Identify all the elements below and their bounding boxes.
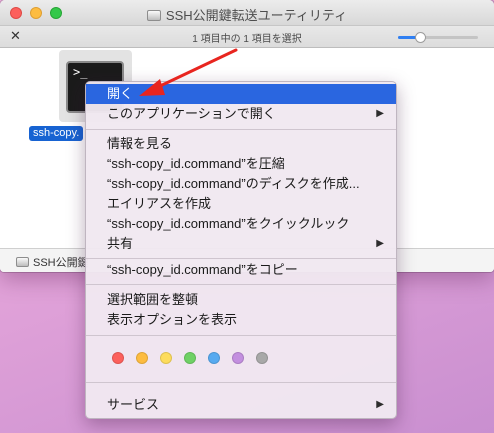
annotation-arrow: [139, 48, 238, 96]
annotation-arrow-head: [139, 79, 165, 96]
annotation-arrow-shaft: [156, 48, 238, 89]
